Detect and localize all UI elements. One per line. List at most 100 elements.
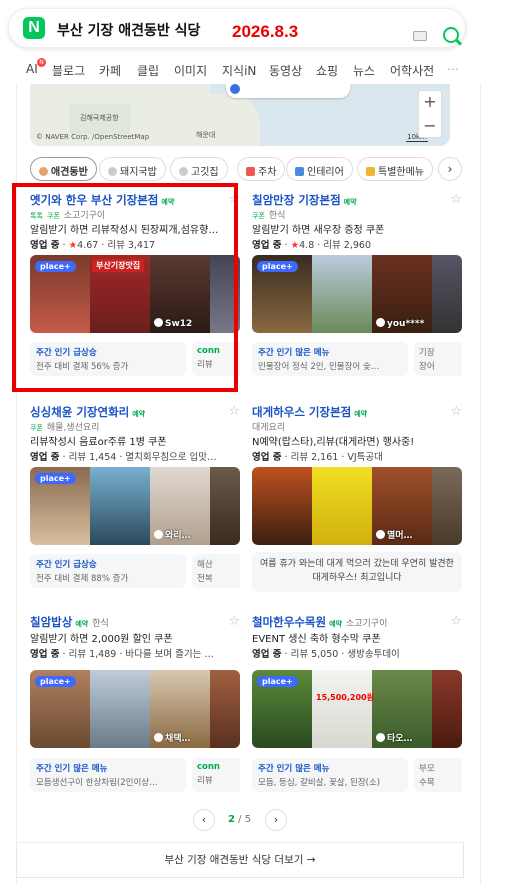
tab-cafe[interactable]: 카페 [99, 62, 121, 79]
place-plus-badge: place+ [35, 676, 76, 687]
filter-next-button[interactable]: › [438, 157, 462, 181]
keyboard-icon[interactable] [413, 31, 427, 41]
info-box-secondary[interactable]: 부모 수목 [414, 758, 462, 792]
zoom-in-button[interactable]: + [419, 91, 441, 115]
review-quote[interactable]: 여름 휴가 와는데 대게 먹으러 갔는데 우연히 발견한 대게하우스! 최고입니… [252, 552, 462, 592]
photo[interactable] [432, 255, 462, 333]
place-card[interactable]: 철마한우수목원 예약 소고기구이 ☆ EVENT 생신 축하 형수막 쿠폰 영업 … [252, 614, 462, 824]
photo[interactable] [312, 467, 372, 545]
highlight-box [12, 183, 238, 392]
photo[interactable] [432, 467, 462, 545]
tab-video[interactable]: 동영상 [269, 62, 302, 79]
coupon-tag: 쿠폰 [252, 212, 265, 220]
info-box[interactable]: 주간 인기 급상승 전주 대비 결제 88% 증가 [30, 554, 186, 588]
place-card[interactable]: 칠암밥상 예약 한식 ☆ 알림받기 하면 2,000원 할인 쿠폰 영업 중 · … [30, 614, 240, 824]
dog-icon [39, 167, 48, 176]
tab-blog[interactable]: 블로그 [52, 62, 85, 79]
place-name[interactable]: 대게하우스 기장본점 [252, 405, 351, 419]
next-page-button[interactable]: › [265, 809, 287, 831]
save-star-icon[interactable]: ☆ [228, 404, 240, 419]
parking-icon [246, 167, 255, 176]
place-category: 한식 [92, 619, 109, 629]
place-category: 해물,생선요리 [46, 423, 100, 433]
place-card[interactable]: 칠암만장 기장본점 예약 ☆ 쿠폰 한식 알림받기 하면 새우장 증정 쿠폰 영업 … [252, 192, 462, 402]
prev-page-button[interactable]: ‹ [193, 809, 215, 831]
search-query[interactable]: 부산 기장 애견동반 식당 [57, 20, 200, 40]
photo[interactable] [312, 670, 372, 748]
photo[interactable] [210, 670, 240, 748]
open-status: 영업 중 [252, 649, 282, 660]
map-pin-icon[interactable] [230, 84, 240, 94]
tab-image[interactable]: 이미지 [174, 62, 207, 79]
place-description: 리뷰작성시 음료or주류 1병 쿠폰 [30, 437, 167, 448]
place-name[interactable]: 칠암만장 기장본점 [252, 193, 341, 207]
map-zoom-control: + − [418, 90, 442, 138]
photo[interactable] [252, 467, 312, 545]
info-box-secondary[interactable]: 해산 전복 [192, 554, 240, 588]
filter-chip-parking[interactable]: 주차 [237, 157, 286, 181]
photo-caption: 타오… [387, 734, 413, 744]
info-box[interactable]: 주간 인기 많은 메뉴 모듬, 등심, 갈비살, 꽃살, 된장(소) [252, 758, 408, 792]
filter-chip-special-menu[interactable]: 특별한메뉴 [357, 157, 433, 181]
open-status: 영업 중 [30, 452, 60, 463]
tab-clip[interactable]: 클립 [137, 62, 159, 79]
tab-ai[interactable]: AI [26, 62, 38, 76]
place-name[interactable]: 철마한우수목원 [252, 615, 326, 629]
user-icon [376, 530, 385, 539]
photo[interactable] [432, 670, 462, 748]
photo[interactable] [210, 467, 240, 545]
photo[interactable] [90, 467, 150, 545]
photo-caption: 채택… [165, 734, 191, 744]
save-star-icon[interactable]: ☆ [450, 404, 462, 419]
info-box-secondary[interactable]: conn 리뷰 [192, 758, 240, 792]
coupon-tag: 쿠폰 [30, 424, 43, 432]
zoom-out-button[interactable]: − [419, 115, 441, 139]
reservation-badge: 예약 [343, 198, 357, 206]
more-results-link[interactable]: 부산 기장 애견동반 식당 더보기 → [16, 842, 464, 878]
photo[interactable] [312, 255, 372, 333]
save-star-icon[interactable]: ☆ [228, 614, 240, 629]
place-name[interactable]: 칠암밥상 [30, 615, 72, 629]
info-box-secondary[interactable]: 기장 장어 [414, 342, 462, 376]
map-credit: © NAVER Corp. /OpenStreetMap [36, 133, 150, 141]
photo[interactable] [90, 670, 150, 748]
place-extra: 바다를 보며 즐기는 … [125, 649, 214, 660]
tab-news[interactable]: 뉴스 [353, 62, 375, 79]
filter-chip-bbq[interactable]: 고깃집 [170, 157, 228, 181]
filter-chip-pet[interactable]: 애견동반 [30, 157, 97, 181]
tab-dictionary[interactable]: 어학사전 [390, 62, 434, 79]
info-box[interactable]: 주간 인기 많은 메뉴 모듬생선구이 한상차림(2인이상… [30, 758, 186, 792]
place-description: 알림받기 하면 2,000원 할인 쿠폰 [30, 634, 173, 645]
reservation-badge: 예약 [132, 410, 146, 418]
photo-caption: you**** [387, 319, 425, 329]
place-extra: 멸치회무침으로 입맛… [125, 452, 217, 463]
utensils-icon [179, 167, 188, 176]
photo-strip[interactable]: place+ 15,500,200원 타오… [252, 670, 462, 748]
photo-caption: 멸머… [387, 531, 413, 541]
photo-strip[interactable]: 멸머… [252, 467, 462, 545]
place-plus-badge: place+ [257, 676, 298, 687]
reservation-badge: 예약 [329, 620, 342, 628]
map-marker-label[interactable] [226, 84, 350, 98]
open-status: 영업 중 [30, 649, 60, 660]
place-name[interactable]: 싱싱채윤 기장연화리 [30, 405, 129, 419]
photo-strip[interactable]: place+ 채택… [30, 670, 240, 748]
reservation-badge: 예약 [75, 620, 89, 628]
save-star-icon[interactable]: ☆ [450, 192, 462, 207]
place-card[interactable]: 싱싱채윤 기장연화리 예약 ☆ 쿠폰 해물,생선요리 리뷰작성시 음료or주류 1병… [30, 404, 240, 614]
tab-shopping[interactable]: 쇼핑 [316, 62, 338, 79]
filter-chip-interior[interactable]: 인테리어 [286, 157, 353, 181]
info-box[interactable]: 주간 인기 많은 메뉴 민물장어 정식 2인, 민물장어 숯… [252, 342, 408, 376]
tab-kin[interactable]: 지식iN [222, 62, 256, 79]
photo-strip[interactable]: place+ you**** [252, 255, 462, 333]
save-star-icon[interactable]: ☆ [450, 614, 462, 629]
photo-strip[interactable]: place+ 와리… [30, 467, 240, 545]
user-icon [376, 318, 385, 327]
search-icon[interactable] [443, 27, 459, 43]
naver-logo-icon[interactable]: N [23, 17, 45, 39]
review-count: 리뷰 5,050 [290, 649, 339, 660]
place-card[interactable]: 대게하우스 기장본점 예약 ☆ 대게요리 N예약(랍스타),리뷰(대게라면) 행사… [252, 404, 462, 614]
map-label-airport: 김해국제공항 [80, 114, 119, 122]
filter-chip-gukbap[interactable]: 돼지국밥 [99, 157, 166, 181]
tab-more[interactable]: ⋯ [447, 62, 459, 76]
